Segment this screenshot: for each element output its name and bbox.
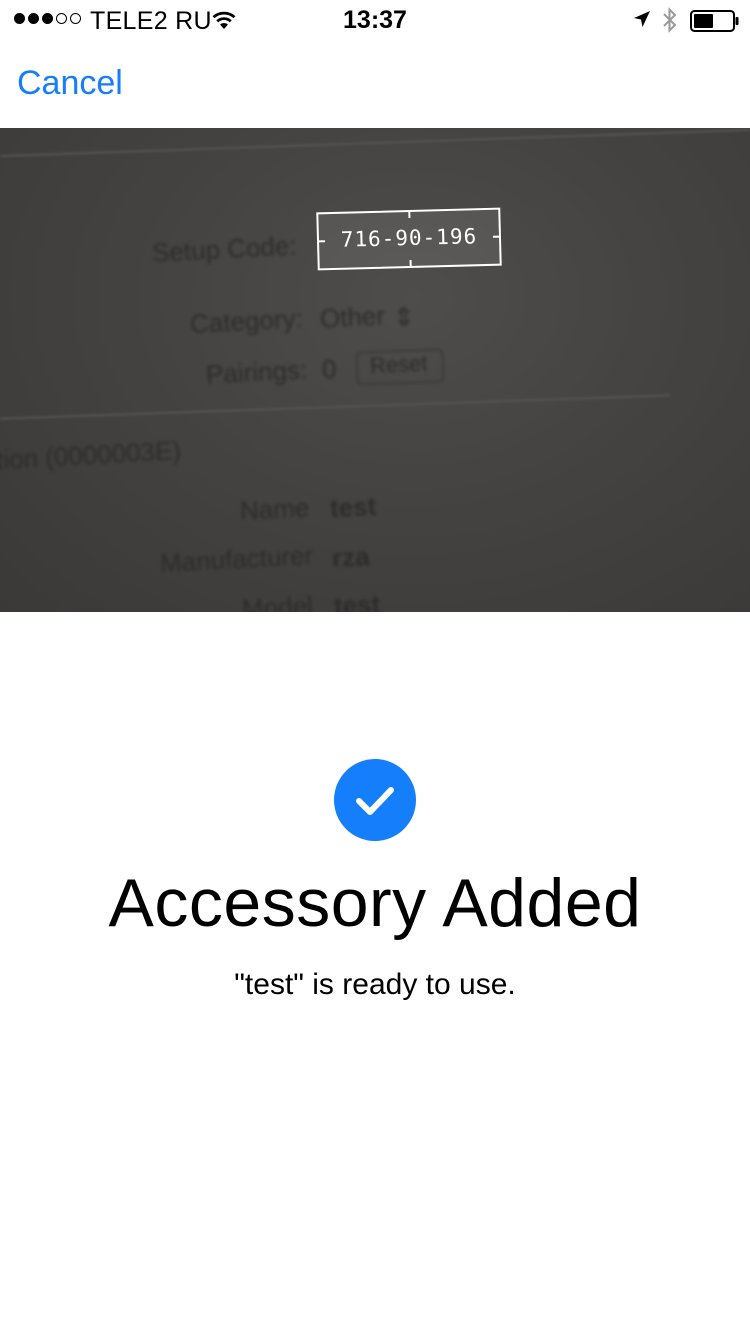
- camera-text-name-label: Name: [239, 492, 311, 526]
- success-title: Accessory Added: [108, 865, 642, 941]
- camera-text-manufacturer-label: Manufacturer: [159, 540, 314, 578]
- camera-text-pairings-value: 0: [321, 353, 338, 385]
- camera-text-category-label: Category:: [189, 303, 304, 339]
- success-subtitle: "test" is ready to use.: [234, 968, 516, 1001]
- setup-code-frame: 716-90-196: [316, 207, 502, 271]
- camera-text-stepper-glyph: ⇕: [392, 301, 416, 333]
- camera-text-manufacturer-value: rza: [331, 541, 371, 573]
- camera-text-setup-code-label: Setup Code:: [151, 230, 298, 268]
- status-bar: TELE2 RU 13:37: [0, 0, 750, 40]
- navigation-bar: Cancel: [0, 40, 750, 128]
- camera-text-name-value: test: [329, 490, 377, 524]
- bluetooth-icon: [663, 7, 677, 33]
- checkmark-circle-icon: [334, 759, 416, 841]
- camera-viewfinder: Setup Code: Category: Other ⇕ Pairings: …: [0, 128, 750, 612]
- camera-text-category-value: Other: [319, 300, 386, 334]
- setup-code-value: 716-90-196: [340, 224, 478, 252]
- battery-icon: [690, 10, 739, 32]
- camera-text-model-value: test: [333, 588, 381, 612]
- cancel-button[interactable]: Cancel: [17, 64, 123, 103]
- location-arrow-icon: [634, 11, 650, 27]
- camera-text-section-title: tion (0000003E): [0, 435, 182, 475]
- camera-text-pairings-label: Pairings:: [205, 354, 308, 390]
- camera-text-model-label: Model: [241, 590, 314, 612]
- camera-text-reset: Reset: [369, 350, 429, 379]
